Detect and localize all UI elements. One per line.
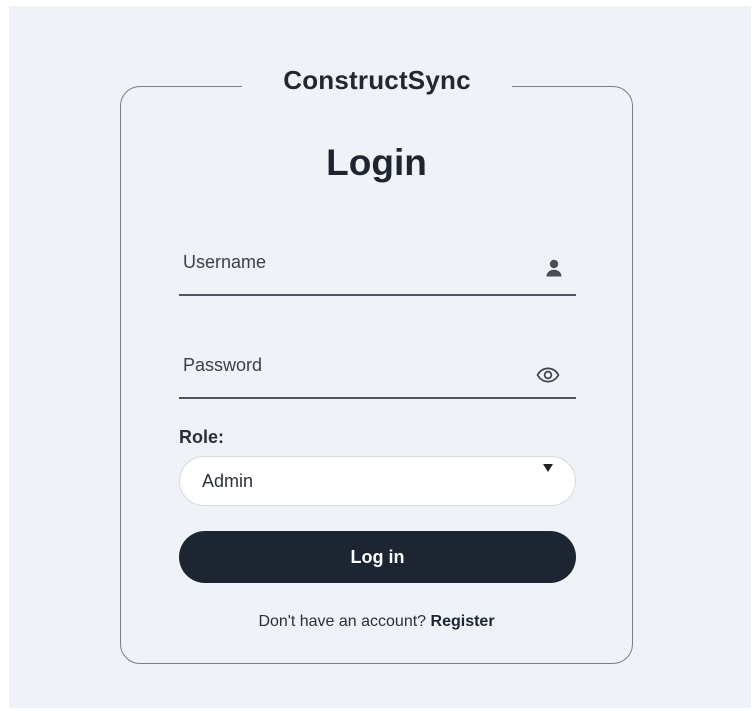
register-prompt: Don't have an account? Register [120, 613, 633, 631]
page-title: Login [326, 142, 427, 183]
password-field [179, 341, 576, 399]
role-selected-value: Admin [202, 471, 254, 491]
password-input[interactable] [179, 349, 523, 381]
username-input[interactable] [179, 246, 523, 278]
chevron-down-icon [543, 464, 553, 472]
user-icon [546, 259, 562, 277]
username-field [179, 238, 576, 296]
role-select[interactable]: Admin [179, 456, 576, 506]
eye-icon[interactable] [536, 363, 560, 387]
register-prompt-text: Don't have an account? [258, 613, 427, 630]
role-label: Role: [179, 427, 224, 447]
login-button[interactable]: Log in [179, 531, 576, 583]
brand-title: ConstructSync [242, 58, 512, 102]
register-link[interactable]: Register [431, 613, 495, 630]
